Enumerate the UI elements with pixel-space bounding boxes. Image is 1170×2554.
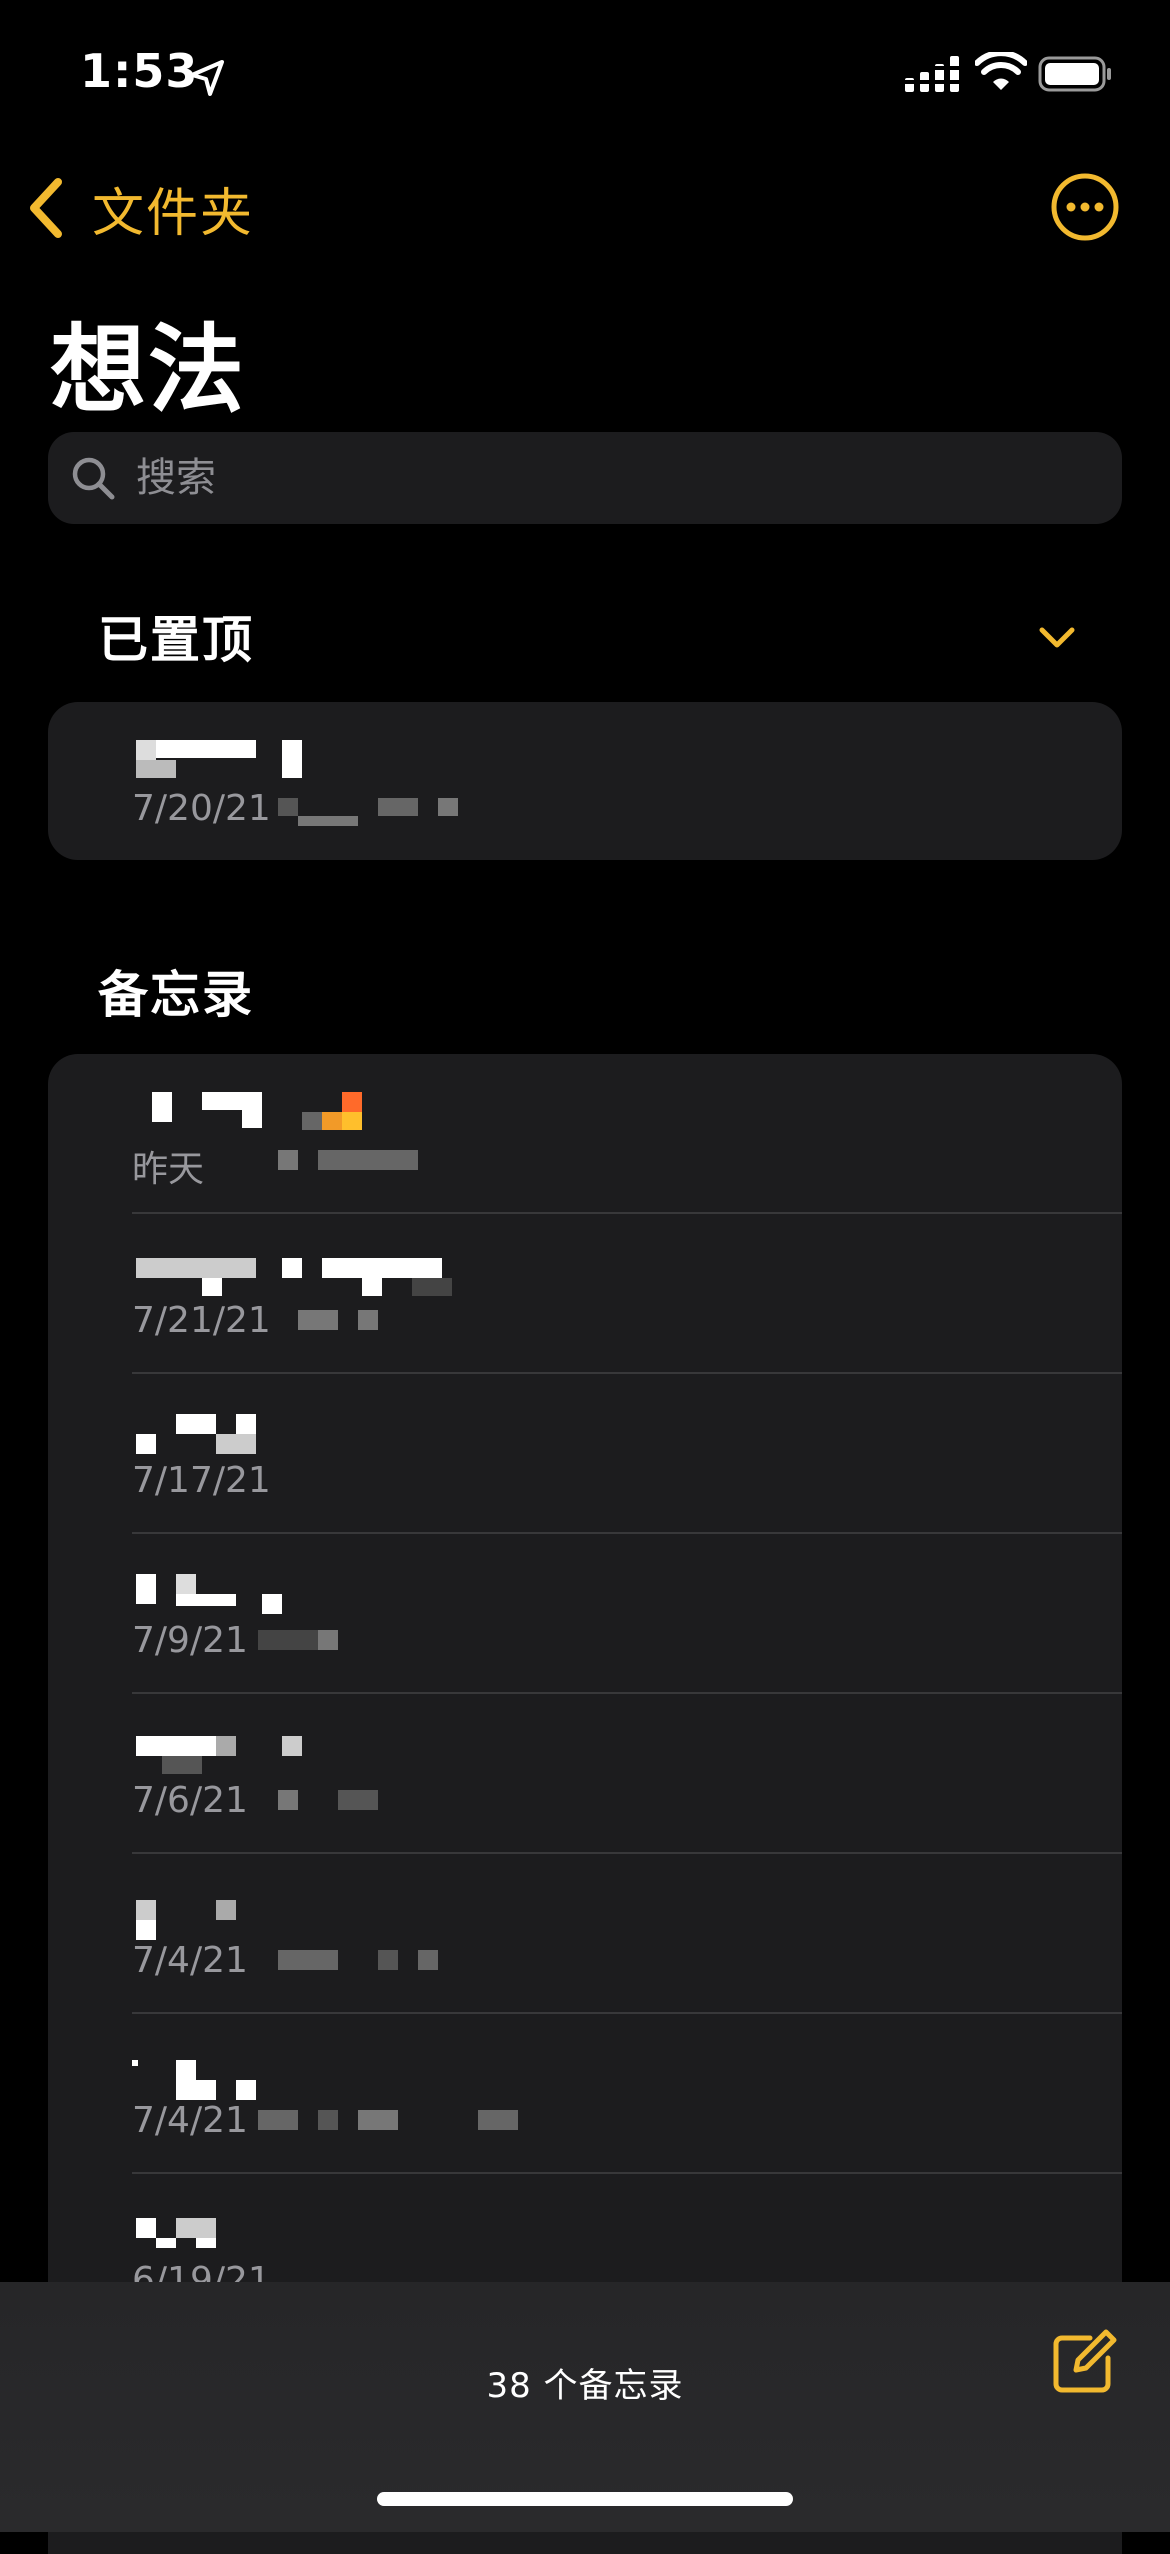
note-row[interactable]: 7/9/21: [48, 1534, 1122, 1694]
note-count: 38 个备忘录: [486, 2366, 684, 2406]
note-preview-redacted: [258, 2110, 558, 2138]
search-icon: [72, 457, 115, 500]
note-date: 7/4/21: [132, 1940, 248, 1981]
cellular-signal-icon: [905, 56, 961, 92]
note-row[interactable]: 7/4/21: [48, 1854, 1122, 2014]
note-title-redacted: [132, 1890, 472, 1940]
bottom-toolbar: 38 个备忘录: [0, 2282, 1170, 2532]
pinned-section-header: 已置顶: [98, 611, 254, 669]
note-preview-redacted: [278, 1950, 578, 1978]
note-title-redacted: [132, 1570, 472, 1614]
ellipsis-circle-icon[interactable]: [1050, 172, 1120, 242]
note-title-redacted: [132, 1730, 472, 1774]
back-label: 文件夹: [92, 183, 255, 244]
note-row[interactable]: 7/6/21: [48, 1694, 1122, 1854]
home-indicator: [377, 2492, 793, 2506]
chevron-down-icon[interactable]: [1036, 620, 1078, 654]
search-bar[interactable]: [48, 432, 1122, 524]
note-date: 昨天: [132, 1149, 205, 1190]
note-title-redacted: [132, 1410, 472, 1454]
chevron-left-icon: [30, 178, 62, 238]
note-row[interactable]: 7/21/21: [48, 1214, 1122, 1374]
location-arrow-icon: [190, 60, 224, 96]
note-title-redacted: [132, 2050, 472, 2100]
note-date: 7/21/21: [132, 1300, 271, 1341]
note-row[interactable]: 昨天: [48, 1054, 1122, 1214]
wifi-icon: [975, 52, 1027, 90]
note-title-redacted: [132, 1250, 472, 1296]
status-time: 1:53: [80, 44, 199, 98]
note-preview-redacted: [258, 1630, 558, 1658]
note-preview-redacted: [278, 798, 578, 826]
note-title-redacted: [132, 2210, 472, 2254]
note-title-redacted: [132, 1090, 472, 1134]
note-preview-redacted: [298, 1310, 598, 1338]
notes-section-header: 备忘录: [98, 966, 254, 1024]
back-button[interactable]: 文件夹: [26, 170, 254, 246]
note-preview-redacted: [278, 1790, 578, 1818]
compose-icon[interactable]: [1050, 2328, 1118, 2396]
pinned-notes-list: 7/20/21: [48, 702, 1122, 860]
note-preview-redacted: [278, 1150, 578, 1178]
note-row[interactable]: 7/4/21: [48, 2014, 1122, 2174]
battery-icon: [1038, 56, 1111, 92]
note-title-redacted: [132, 738, 472, 782]
note-date: 7/17/21: [132, 1460, 271, 1501]
search-input[interactable]: [134, 454, 1122, 502]
note-row[interactable]: 7/17/21: [48, 1374, 1122, 1534]
status-bar: 1:53: [0, 0, 1170, 140]
page-title: 想法: [50, 314, 246, 426]
note-date: 7/6/21: [132, 1780, 248, 1821]
note-date: 7/20/21: [132, 788, 271, 829]
pinned-note-row[interactable]: 7/20/21: [48, 702, 1122, 860]
note-date: 7/9/21: [132, 1620, 248, 1661]
note-date: 7/4/21: [132, 2100, 248, 2141]
